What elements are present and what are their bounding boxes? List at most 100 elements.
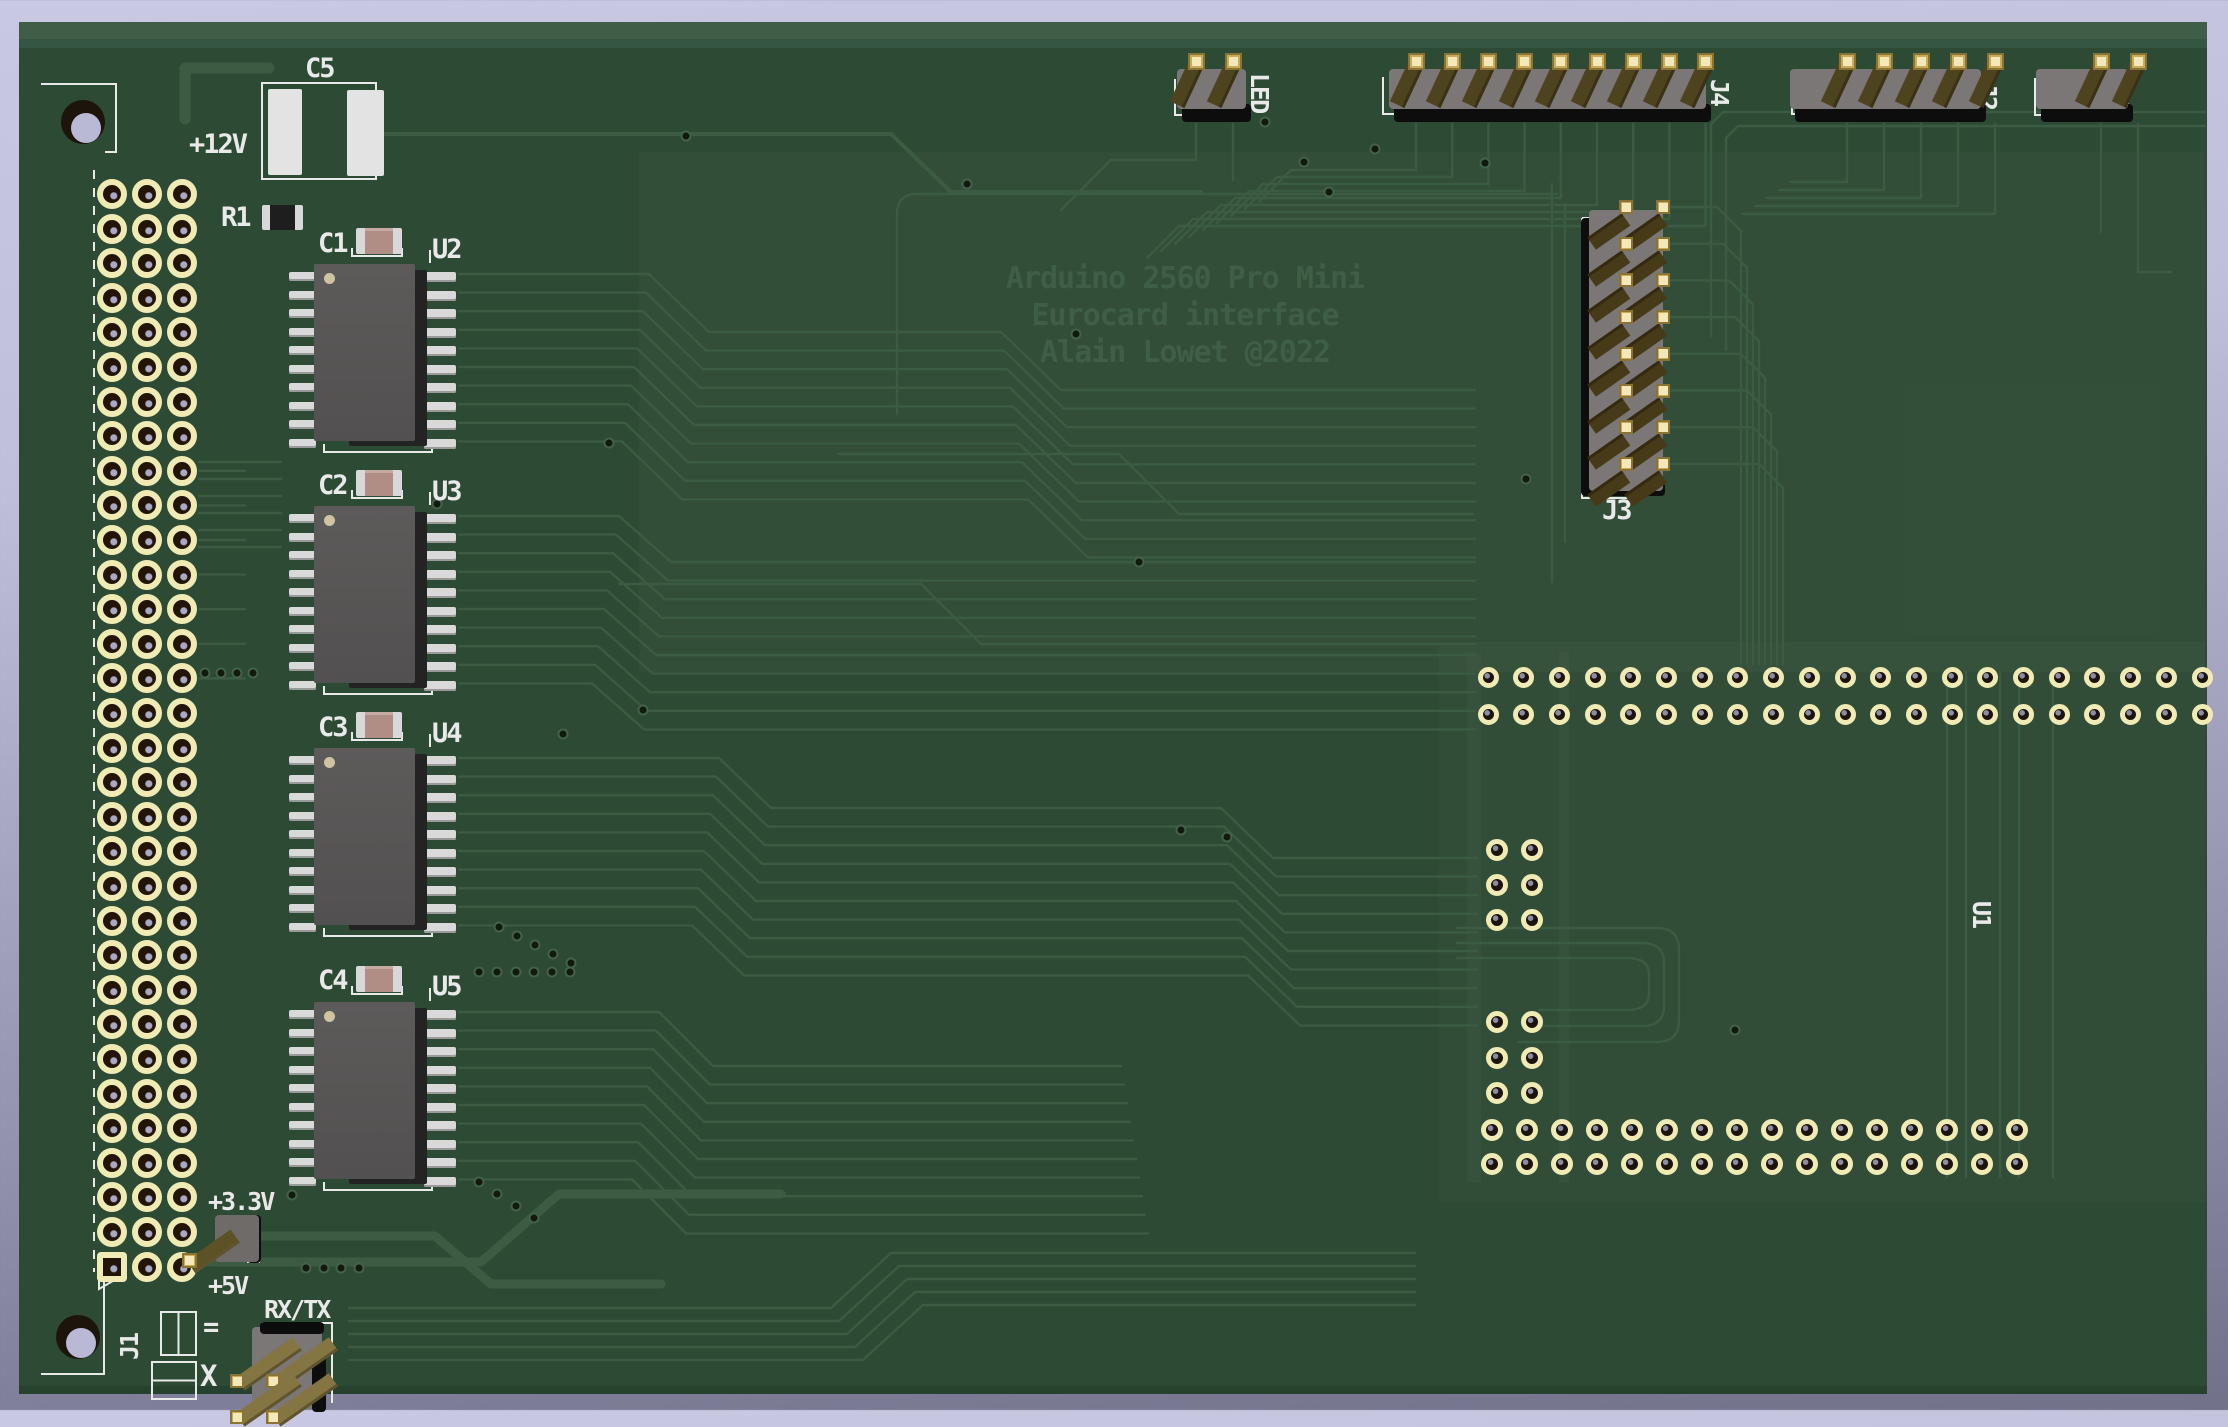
pcb-board: Arduino 2560 Pro Mini Eurocard interface… (19, 22, 2207, 1394)
gold-pin-face (1659, 239, 1668, 248)
plated-hole (97, 940, 127, 970)
ic-lead (424, 402, 456, 412)
ic-lead (424, 551, 456, 561)
ic-lead (289, 775, 316, 784)
socket-hole (1901, 1119, 1923, 1141)
socket-hole (1942, 667, 1963, 688)
gold-pin-face (1659, 423, 1668, 432)
silkscreen-label-j4: J4 (1707, 79, 1732, 105)
ic-lead (289, 328, 316, 337)
gold-pin-face (1622, 386, 1631, 395)
ic-lead (424, 1121, 456, 1131)
gold-pin-face (1622, 459, 1631, 468)
plated-hole (167, 1044, 197, 1074)
silkscreen-label-c5: C5 (305, 55, 334, 82)
plated-hole (97, 214, 127, 244)
gold-pin-face (1659, 203, 1668, 212)
socket-hole (1521, 909, 1543, 931)
socket-hole (1691, 1119, 1713, 1141)
pin1-dot (324, 757, 335, 768)
plated-hole (97, 1252, 127, 1282)
ic-lead (289, 588, 316, 597)
silkscreen-label-u2: U2 (432, 236, 461, 263)
socket-hole (2006, 1119, 2028, 1141)
silkscreen-label-c1: C1 (318, 230, 347, 257)
socket-hole (2084, 667, 2105, 688)
ic-lead (289, 533, 316, 542)
ic-lead (289, 681, 316, 690)
socket-hole (1656, 667, 1677, 688)
plated-hole (97, 283, 127, 313)
resistor-body (270, 205, 295, 230)
socket-hole (1486, 1011, 1508, 1033)
ic-lead (424, 923, 456, 933)
cap-terminal (393, 966, 402, 992)
plated-hole (97, 767, 127, 797)
plated-hole (97, 975, 127, 1005)
ic-lead (289, 644, 316, 653)
resistor-r1 (262, 205, 303, 230)
socket-hole (1906, 704, 1927, 725)
ic-lead (424, 681, 456, 691)
gold-pin-face (1622, 276, 1631, 285)
plated-hole (132, 1044, 162, 1074)
ic-lead (424, 830, 456, 840)
ic-lead (289, 365, 316, 374)
ic-lead (424, 365, 456, 375)
ic-lead (424, 904, 456, 914)
ic-lead (289, 830, 316, 839)
silkscreen-label-u4: U4 (432, 720, 461, 747)
plated-hole (97, 525, 127, 555)
ic-u3 (314, 506, 415, 683)
ic-lead (424, 588, 456, 598)
socket-hole (1727, 667, 1748, 688)
gold-pin-face (1556, 57, 1565, 66)
ic-lead (424, 1047, 456, 1057)
socket-hole (1586, 1153, 1608, 1175)
gold-pin-face (2097, 57, 2106, 66)
gold-pin-face (1659, 386, 1668, 395)
silkscreen-label-x: X (200, 1362, 215, 1391)
gold-pin-face (1192, 57, 1201, 66)
socket-hole (1521, 874, 1543, 896)
socket-hole (1796, 1119, 1818, 1141)
plated-hole (167, 179, 197, 209)
socket-hole (1796, 1153, 1818, 1175)
socket-hole (1835, 704, 1856, 725)
cap-ceramic-body (365, 966, 393, 992)
socket-hole (1831, 1119, 1853, 1141)
silkscreen-label-r1: R1 (221, 204, 250, 231)
ic-lead (424, 886, 456, 896)
capacitor-c3 (356, 712, 402, 738)
ic-lead (289, 309, 316, 318)
ic-lead (289, 923, 316, 932)
gold-pin-face (1622, 423, 1631, 432)
ic-lead (289, 291, 316, 300)
capacitor-c4 (356, 966, 402, 992)
ic-lead (289, 551, 316, 560)
gold-pin-face (1991, 57, 2000, 66)
ic-lead (289, 1084, 316, 1093)
ic-lead (424, 625, 456, 635)
ic-lead (424, 607, 456, 617)
plated-hole (167, 1079, 197, 1109)
socket-hole (1656, 1119, 1678, 1141)
silkscreen-label-p5: +5V (208, 1273, 247, 1298)
ic-lead (424, 439, 456, 449)
plated-hole (97, 1113, 127, 1143)
ic-lead (424, 346, 456, 356)
socket-hole (2156, 667, 2177, 688)
socket-hole (1692, 667, 1713, 688)
gold-pin-face (1659, 276, 1668, 285)
plated-hole (97, 560, 127, 590)
mounting-hole-opening (66, 1328, 96, 1358)
socket-hole (1486, 874, 1508, 896)
socket-hole (1513, 704, 1534, 725)
pcb-3d-viewport[interactable]: Arduino 2560 Pro Mini Eurocard interface… (0, 0, 2228, 1410)
plated-hole (132, 767, 162, 797)
socket-hole (1799, 667, 1820, 688)
socket-hole (1486, 1082, 1508, 1104)
resistor-terminal (295, 205, 303, 230)
ic-lead (289, 812, 316, 821)
socket-hole (1551, 1153, 1573, 1175)
